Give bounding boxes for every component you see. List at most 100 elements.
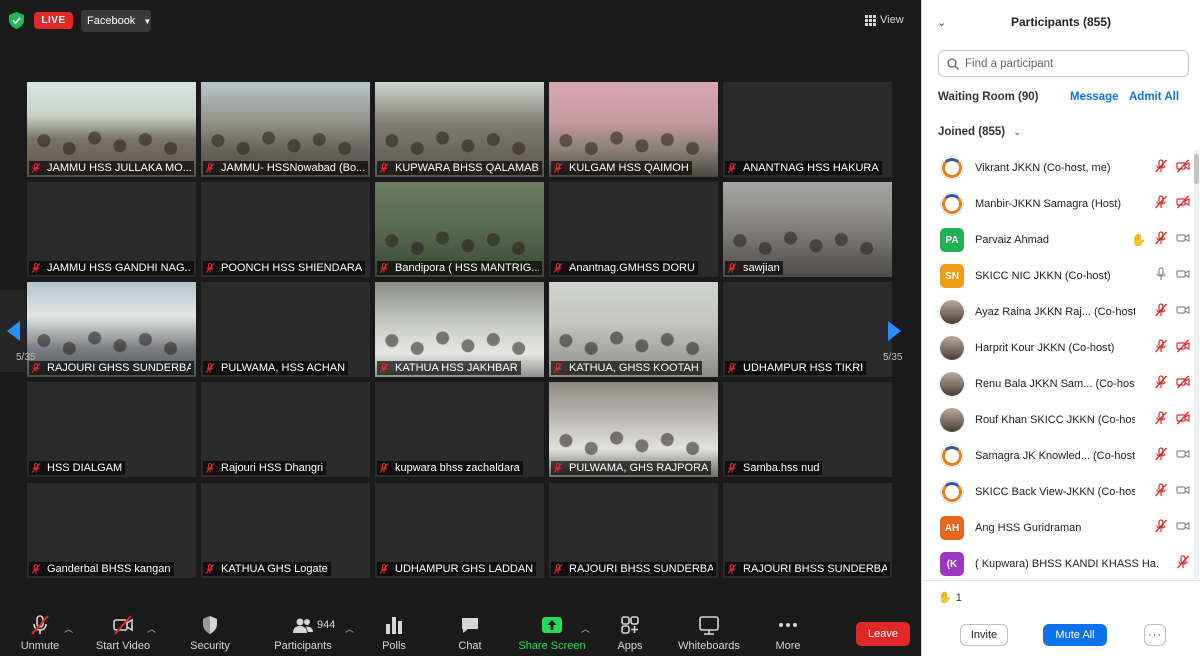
participant-row[interactable]: Manbir-JKKN Samagra (Host) xyxy=(922,186,1194,222)
microphone-muted-icon xyxy=(31,463,41,473)
microphone-muted-icon[interactable] xyxy=(1154,374,1168,394)
panel-more-button[interactable]: ··· xyxy=(1144,624,1166,646)
participant-row[interactable]: Rouf Khan SKICC JKKN (Co-host) xyxy=(922,402,1194,438)
chat-label: Chat xyxy=(458,640,482,652)
participants-options-chevron-icon[interactable]: ︿ xyxy=(345,622,354,635)
microphone-muted-icon xyxy=(553,163,563,173)
participant-name: Ang HSS Guridraman xyxy=(975,522,1082,534)
microphone-muted-icon[interactable] xyxy=(1154,446,1168,466)
stream-target-dropdown[interactable]: Facebook ▼ xyxy=(81,10,151,32)
microphone-muted-icon[interactable] xyxy=(1176,554,1190,574)
leave-button[interactable]: Leave xyxy=(856,622,910,646)
video-icon xyxy=(1176,447,1190,466)
participant-video-tile[interactable]: HSS DIALGAM xyxy=(27,382,196,477)
microphone-muted-icon[interactable] xyxy=(1154,158,1168,178)
audio-options-chevron-icon[interactable]: ︿ xyxy=(64,622,73,635)
participant-video-tile[interactable]: Rajouri HSS Dhangri xyxy=(201,382,370,477)
participant-video-tile[interactable]: Samba.hss nud xyxy=(723,382,892,477)
participant-row[interactable]: Renu Bala JKKN Sam... (Co-host) xyxy=(922,366,1194,402)
more-button[interactable]: More xyxy=(770,608,806,656)
chat-button[interactable]: Chat xyxy=(452,608,488,656)
participant-video-tile[interactable]: sawjian xyxy=(723,182,892,277)
waiting-room-header[interactable]: Waiting Room (90) xyxy=(938,91,1039,103)
share-screen-icon xyxy=(541,614,563,636)
participant-row[interactable]: AH Ang HSS Guridraman xyxy=(922,510,1194,546)
microphone-muted-icon[interactable] xyxy=(1154,194,1168,214)
participant-search[interactable] xyxy=(938,50,1189,77)
scrollbar-thumb[interactable] xyxy=(1194,154,1199,184)
participant-name: Rouf Khan SKICC JKKN (Co-host) xyxy=(975,414,1135,426)
search-input[interactable] xyxy=(965,57,1175,70)
raised-hands-count[interactable]: ✋ 1 xyxy=(938,591,962,605)
microphone-muted-icon xyxy=(31,263,41,273)
participant-row[interactable]: Samagra JK Knowled... (Co-host) xyxy=(922,438,1194,474)
participant-video-tile[interactable]: Anantnag.GMHSS DORU xyxy=(549,182,718,277)
participant-video-tile[interactable]: RAJOURI BHSS SUNDERBA... xyxy=(723,483,892,578)
share-screen-label: Share Screen xyxy=(518,640,586,652)
participant-row[interactable]: Ayaz Raina JKKN Raj... (Co-host) xyxy=(922,294,1194,330)
participant-video-tile[interactable]: ANANTNAG HSS HAKURA xyxy=(723,82,892,177)
view-button[interactable]: View xyxy=(865,10,913,30)
microphone-muted-icon[interactable] xyxy=(1154,230,1168,250)
tile-name-text: JAMMU HSS JULLAKA MO... xyxy=(47,162,191,174)
participant-row[interactable]: Harprit Kour JKKN (Co-host) xyxy=(922,330,1194,366)
participants-label: Participants xyxy=(274,640,332,652)
participant-video-tile[interactable]: RAJOURI BHSS SUNDERBA... xyxy=(549,483,718,578)
participant-video-tile[interactable]: Bandipora ( HSS MANTRIG... xyxy=(375,182,544,277)
participant-status-icons xyxy=(1154,518,1190,538)
microphone-muted-icon xyxy=(379,263,389,273)
mute-all-button[interactable]: Mute All xyxy=(1043,624,1107,646)
participant-video-tile[interactable]: kupwara bhss zachaldara xyxy=(375,382,544,477)
tile-name-text: Anantnag.GMHSS DORU xyxy=(569,262,695,274)
microphone-icon[interactable] xyxy=(1154,266,1168,286)
participant-status-icons xyxy=(1154,410,1190,430)
apps-button[interactable]: Apps xyxy=(612,608,648,656)
share-options-chevron-icon[interactable]: ︿ xyxy=(581,622,590,635)
video-options-chevron-icon[interactable]: ︿ xyxy=(147,622,156,635)
microphone-muted-icon[interactable] xyxy=(1154,518,1168,538)
shield-icon xyxy=(199,614,221,636)
tile-name-text: UDHAMPUR GHS LADDAN xyxy=(395,563,534,575)
participant-video-tile[interactable]: KUPWARA BHSS QALAMAB... xyxy=(375,82,544,177)
security-button[interactable]: Security xyxy=(188,608,232,656)
microphone-muted-icon xyxy=(205,363,215,373)
microphone-muted-icon[interactable] xyxy=(1154,482,1168,502)
unmute-button[interactable]: Unmute xyxy=(18,608,62,656)
participant-row[interactable]: (K ( Kupwara) BHSS KANDI KHASS Ha... xyxy=(922,546,1194,578)
participant-video-tile[interactable]: JAMMU- HSSNowabad (Bo... xyxy=(201,82,370,177)
participant-row[interactable]: PA Parvaiz Ahmad ✋ xyxy=(922,222,1194,258)
participant-list-scrollbar[interactable] xyxy=(1194,150,1199,578)
participant-row[interactable]: SKICC Back View-JKKN (Co-host) xyxy=(922,474,1194,510)
message-waiting-room-link[interactable]: Message xyxy=(1070,91,1119,103)
participant-video-tile[interactable]: KULGAM HSS QAIMOH xyxy=(549,82,718,177)
polls-button[interactable]: Polls xyxy=(376,608,412,656)
invite-button[interactable]: Invite xyxy=(960,624,1008,646)
participant-row[interactable]: Vikrant JKKN (Co-host, me) xyxy=(922,150,1194,186)
microphone-muted-icon[interactable] xyxy=(1154,338,1168,358)
encryption-shield-icon[interactable] xyxy=(9,12,24,29)
share-screen-button[interactable]: Share Screen xyxy=(518,608,586,656)
participant-row[interactable]: SN SKICC NIC JKKN (Co-host) xyxy=(922,258,1194,294)
participant-status-icons xyxy=(1154,338,1190,358)
participant-video-tile[interactable]: UDHAMPUR GHS LADDAN xyxy=(375,483,544,578)
participant-video-tile[interactable]: PULWAMA, HSS ACHAN xyxy=(201,282,370,377)
participant-video-tile[interactable]: RAJOURI GHSS SUNDERBA... xyxy=(27,282,196,377)
participant-video-tile[interactable]: KATHUA, GHSS KOOTAH xyxy=(549,282,718,377)
participant-video-tile[interactable]: UDHAMPUR HSS TIKRI xyxy=(723,282,892,377)
participant-video-tile[interactable]: KATHUA HSS JAKHBAR xyxy=(375,282,544,377)
participants-button[interactable]: Participants xyxy=(272,608,334,656)
start-video-button[interactable]: Start Video xyxy=(92,608,154,656)
live-badge: LIVE xyxy=(34,12,73,29)
microphone-muted-icon[interactable] xyxy=(1154,302,1168,322)
participant-video-tile[interactable]: JAMMU HSS JULLAKA MO... xyxy=(27,82,196,177)
participant-video-tile[interactable]: Ganderbal BHSS kangan xyxy=(27,483,196,578)
admit-all-link[interactable]: Admit All xyxy=(1129,91,1179,103)
whiteboards-button[interactable]: Whiteboards xyxy=(676,608,742,656)
joined-header[interactable]: Joined (855) ⌄ xyxy=(938,126,1022,138)
participant-video-tile[interactable]: PULWAMA, GHS RAJPORA xyxy=(549,382,718,477)
participant-video-tile[interactable]: KATHUA GHS Logate xyxy=(201,483,370,578)
microphone-muted-icon[interactable] xyxy=(1154,410,1168,430)
participant-video-tile[interactable]: POONCH HSS SHIENDARA xyxy=(201,182,370,277)
tile-name-text: Samba.hss nud xyxy=(743,462,820,474)
participant-video-tile[interactable]: JAMMU HSS GANDHI NAG... xyxy=(27,182,196,277)
